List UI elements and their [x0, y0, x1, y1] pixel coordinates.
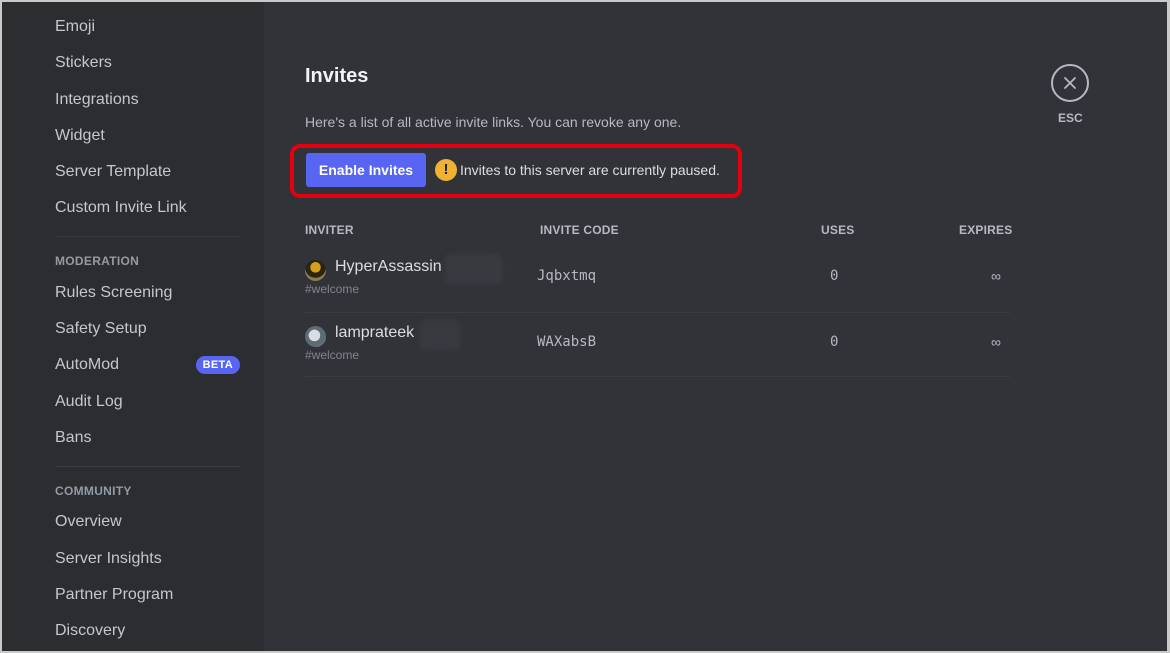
inviter-name: lamprateek — [335, 324, 415, 341]
sidebar-item-automod[interactable]: AutoMod BETA — [55, 353, 240, 377]
invite-row[interactable]: lamprateek #welcome WAXabsB 0 ∞ — [305, 318, 1010, 384]
sidebar-item-label: AutoMod — [55, 356, 120, 373]
beta-badge: BETA — [195, 356, 240, 374]
close-button[interactable] — [1051, 64, 1089, 102]
esc-label: ESC — [1058, 111, 1083, 125]
column-header-uses: USES — [821, 223, 855, 237]
invite-channel: #welcome — [305, 348, 360, 362]
invite-code: WAXabsB — [537, 334, 597, 350]
row-divider — [305, 312, 1010, 313]
invite-uses: 0 — [830, 334, 839, 350]
row-divider — [305, 376, 1010, 377]
sidebar-separator — [55, 466, 240, 467]
close-icon — [1064, 77, 1076, 89]
avatar — [305, 260, 326, 281]
page-description: Here's a list of all active invite links… — [305, 114, 682, 130]
sidebar-item-integrations[interactable]: Integrations — [55, 88, 240, 112]
column-header-inviter: INVITER — [305, 223, 354, 237]
sidebar-item-bans[interactable]: Bans — [55, 426, 240, 450]
invite-channel: #welcome — [305, 282, 360, 296]
invite-row[interactable]: HyperAssassin #welcome Jqbxtmq 0 ∞ — [305, 252, 1010, 318]
column-header-invite-code: INVITE CODE — [540, 223, 619, 237]
sidebar-item-custom-invite-link[interactable]: Custom Invite Link — [55, 196, 240, 220]
invite-code: Jqbxtmq — [537, 268, 597, 284]
sidebar-item-partner-program[interactable]: Partner Program — [55, 583, 240, 607]
invite-uses: 0 — [830, 268, 839, 284]
settings-sidebar: Emoji Stickers Integrations Widget Serve… — [2, 2, 264, 651]
sidebar-item-stickers[interactable]: Stickers — [55, 51, 240, 75]
invites-paused-notice: Invites to this server are currently pau… — [460, 162, 720, 178]
invite-expires: ∞ — [991, 268, 1001, 284]
sidebar-item-emoji[interactable]: Emoji — [55, 15, 240, 39]
sidebar-item-discovery[interactable]: Discovery — [55, 619, 240, 643]
redacted-discriminator — [420, 320, 460, 350]
page-title: Invites — [305, 65, 369, 87]
enable-invites-button[interactable]: Enable Invites — [306, 153, 426, 187]
inviter-name: HyperAssassin — [335, 258, 442, 275]
sidebar-item-server-insights[interactable]: Server Insights — [55, 547, 240, 571]
sidebar-item-audit-log[interactable]: Audit Log — [55, 390, 240, 414]
avatar — [305, 326, 326, 347]
sidebar-item-widget[interactable]: Widget — [55, 124, 240, 148]
sidebar-item-overview[interactable]: Overview — [55, 510, 240, 534]
warning-icon: ! — [435, 159, 457, 181]
column-header-expires: EXPIRES — [959, 223, 1013, 237]
invite-expires: ∞ — [991, 334, 1001, 350]
sidebar-separator — [55, 236, 240, 237]
redacted-discriminator — [445, 254, 503, 284]
sidebar-item-server-template[interactable]: Server Template — [55, 160, 240, 184]
sidebar-item-safety-setup[interactable]: Safety Setup — [55, 317, 240, 341]
section-header-moderation: MODERATION — [55, 254, 140, 268]
section-header-community: COMMUNITY — [55, 484, 132, 498]
sidebar-item-rules-screening[interactable]: Rules Screening — [55, 281, 240, 305]
